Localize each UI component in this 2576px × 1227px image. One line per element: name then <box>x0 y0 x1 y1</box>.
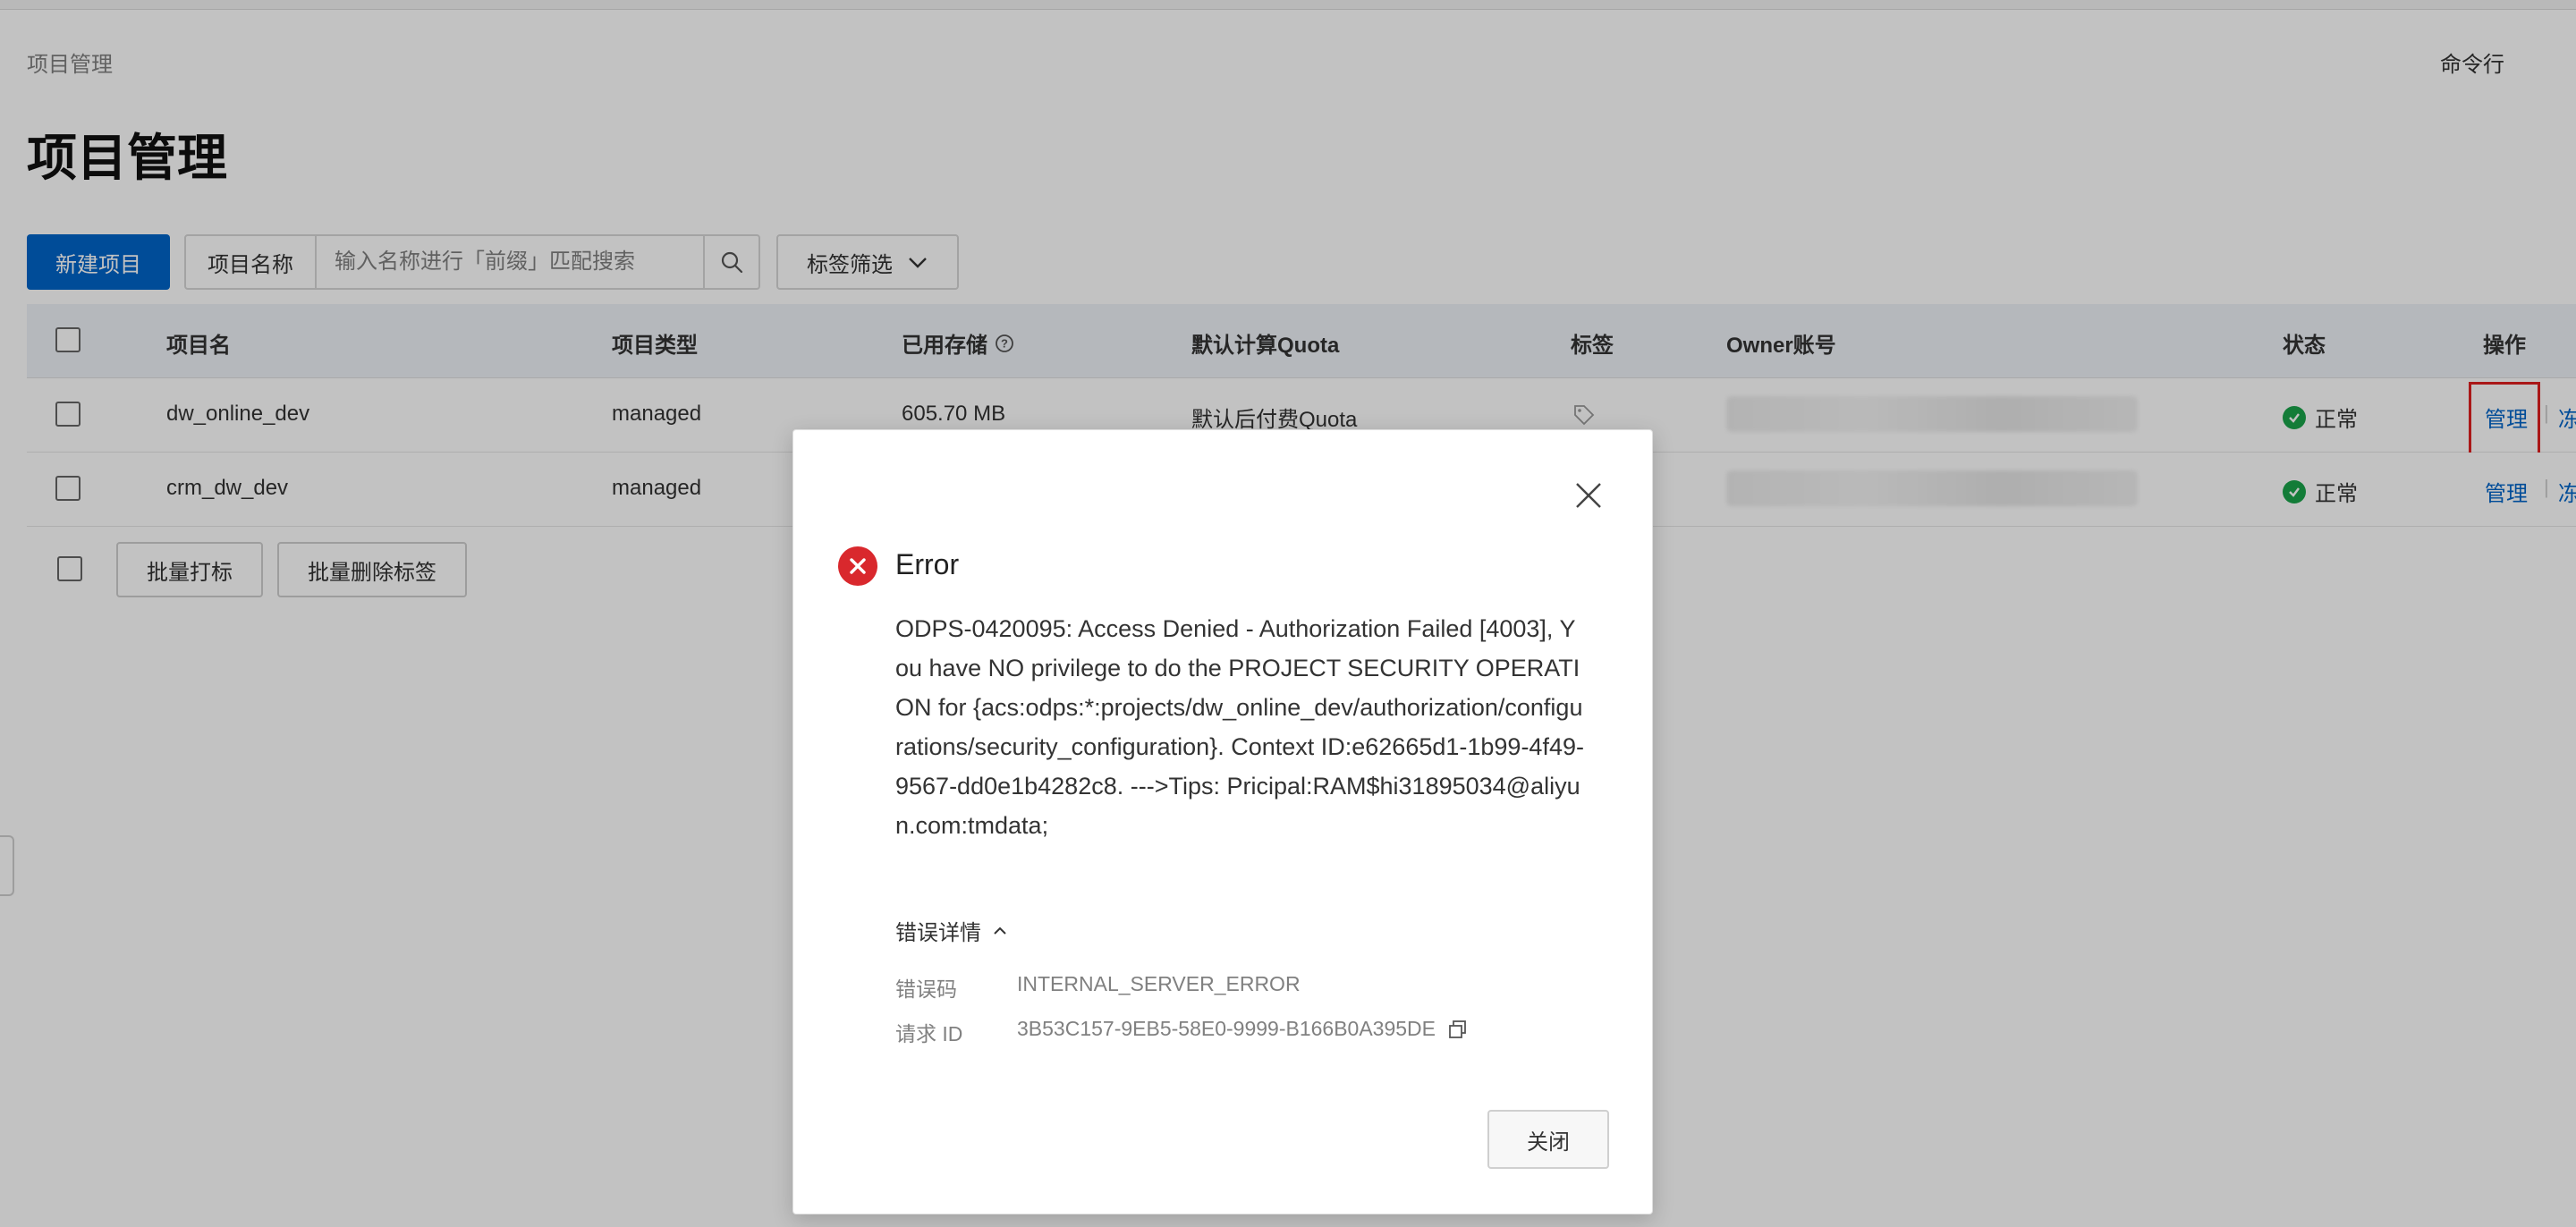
close-button[interactable]: 关闭 <box>1487 1110 1609 1169</box>
request-id-label: 请求 ID <box>895 1022 963 1045</box>
close-icon[interactable] <box>1573 480 1604 511</box>
request-id-row: 3B53C157-9EB5-58E0-9999-B166B0A395DE <box>1017 1017 1468 1041</box>
error-message: ODPS-0420095: Access Denied - Authorizat… <box>895 615 1584 839</box>
dialog-title: Error <box>895 548 960 580</box>
chevron-up-icon <box>994 927 1006 935</box>
error-details-toggle[interactable]: 错误详情 <box>895 915 1008 946</box>
error-icon <box>838 546 877 586</box>
request-id-value: 3B53C157-9EB5-58E0-9999-B166B0A395DE <box>1017 1017 1436 1040</box>
error-code-label: 错误码 <box>895 977 957 1001</box>
error-dialog: Error ODPS-0420095: Access Denied - Auth… <box>792 429 1653 1214</box>
copy-icon[interactable] <box>1448 1020 1468 1039</box>
error-code-value: INTERNAL_SERVER_ERROR <box>1017 972 1301 995</box>
